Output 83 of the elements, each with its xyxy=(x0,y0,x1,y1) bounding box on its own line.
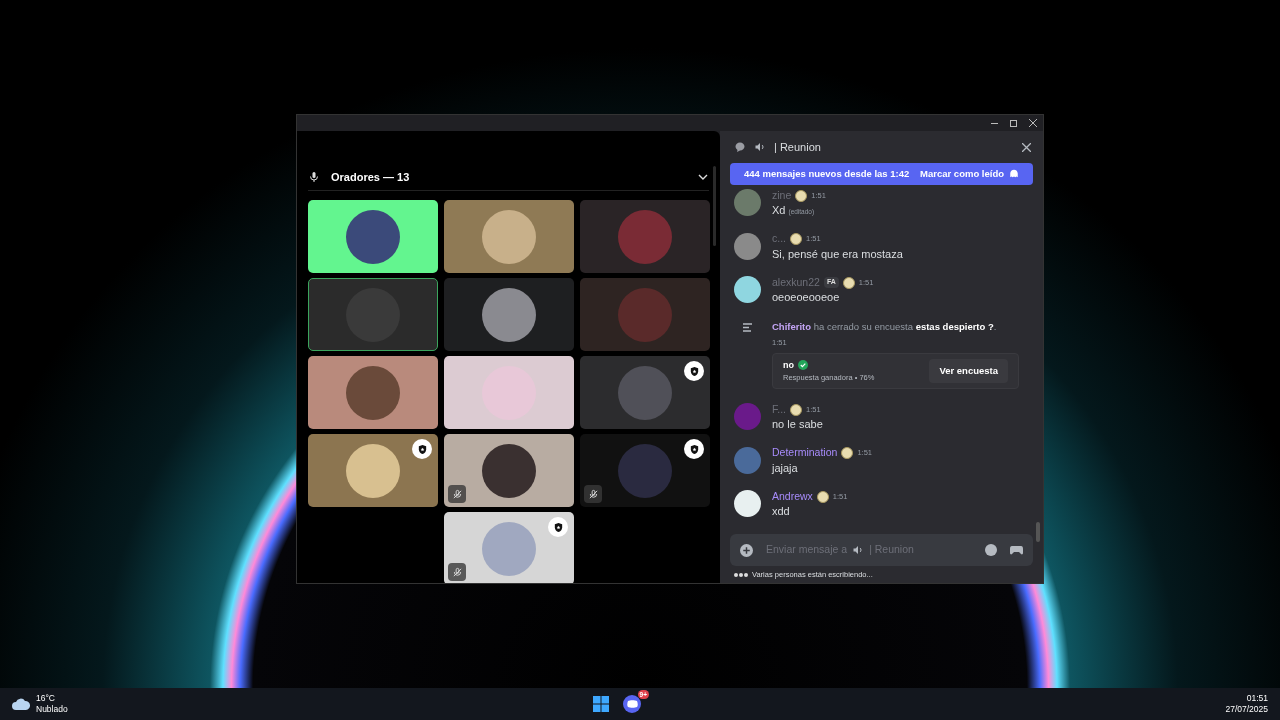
avatar-placeholder xyxy=(618,365,672,420)
section-title: Oradores — 13 xyxy=(331,169,410,185)
badge-icon xyxy=(790,403,802,416)
poll-answer: no xyxy=(783,358,794,372)
shield-badge-icon xyxy=(684,361,704,381)
maximize-icon[interactable] xyxy=(1010,119,1017,127)
avatar-placeholder xyxy=(482,521,536,576)
participant-tile[interactable] xyxy=(444,200,574,273)
message-text: jajaja xyxy=(772,460,798,476)
participant-tile[interactable] xyxy=(308,278,438,351)
microphone-icon xyxy=(308,171,320,183)
participant-tile[interactable] xyxy=(308,434,438,507)
check-icon xyxy=(798,360,808,371)
avatar-placeholder xyxy=(482,443,536,498)
view-poll-button[interactable]: Ver encuesta xyxy=(929,359,1008,383)
mic-off-icon xyxy=(448,485,466,503)
mic-off-icon xyxy=(448,563,466,581)
channel-title: | Reunion xyxy=(774,139,821,155)
chat-bubble-icon xyxy=(734,141,746,153)
weather-label: Nublado xyxy=(36,704,68,715)
message-text: xdd xyxy=(772,504,790,519)
participant-tile[interactable] xyxy=(580,200,710,273)
participant-tile[interactable] xyxy=(444,278,574,351)
badge-icon xyxy=(795,189,808,202)
badge-icon xyxy=(816,490,829,503)
message-text: Si, pensé que era mostaza xyxy=(772,246,903,262)
avatar-placeholder xyxy=(618,443,672,498)
participant-tile[interactable] xyxy=(580,278,710,351)
user-avatar[interactable] xyxy=(734,276,761,303)
start-icon[interactable] xyxy=(593,696,609,712)
minimize-icon[interactable] xyxy=(991,122,998,124)
shield-badge-icon xyxy=(412,439,432,459)
user-avatar[interactable] xyxy=(734,490,761,517)
poll-icon xyxy=(742,322,753,332)
typing-dots-icon xyxy=(734,572,748,577)
author-name[interactable]: F... xyxy=(772,401,786,418)
gamepad-icon[interactable] xyxy=(1010,545,1023,555)
participant-tile[interactable] xyxy=(580,356,710,429)
input-placeholder: | Reunion xyxy=(869,542,914,558)
avatar-placeholder xyxy=(618,287,672,342)
author-name[interactable]: alexkun22 xyxy=(772,274,820,291)
badge-icon xyxy=(842,276,855,289)
add-icon[interactable] xyxy=(740,543,753,557)
message-text: no le sabe xyxy=(772,417,823,432)
participant-tile[interactable] xyxy=(308,200,438,273)
participant-tile[interactable] xyxy=(308,356,438,429)
poll-closed-text: Chiferito ha cerrado su encuesta estas despierto ?. xyxy=(772,319,998,334)
avatar-placeholder xyxy=(346,365,400,420)
speaker-icon xyxy=(852,544,865,556)
mark-read-button[interactable]: Marcar como leído xyxy=(920,166,1004,182)
temperature: 16°C xyxy=(36,693,56,704)
message-text: Xd xyxy=(772,203,786,218)
message-text: oeoeoeooeoe xyxy=(772,290,840,305)
avatar-placeholder xyxy=(346,443,400,498)
badge-icon xyxy=(790,233,802,245)
close-icon[interactable] xyxy=(1022,142,1031,152)
chat-app-icon[interactable] xyxy=(623,695,641,713)
new-messages-banner[interactable]: 444 mensajes nuevos desde las 1:42 Marcar como leído xyxy=(730,163,1033,185)
participant-tile[interactable] xyxy=(444,356,574,429)
participant-tile[interactable] xyxy=(444,434,574,507)
shield-badge-icon xyxy=(548,517,568,537)
scrollbar xyxy=(1036,522,1040,542)
close-icon[interactable] xyxy=(1029,119,1037,127)
author-name[interactable]: zine xyxy=(772,187,792,204)
badge-icon xyxy=(841,447,854,459)
avatar-placeholder xyxy=(346,209,400,264)
participant-tile[interactable] xyxy=(580,434,710,507)
cloud-icon xyxy=(12,698,30,710)
bubble-icon xyxy=(1009,169,1019,179)
avatar-placeholder xyxy=(482,209,536,264)
chevron-down-icon[interactable] xyxy=(698,172,708,182)
author-name[interactable]: Andrewx xyxy=(772,488,813,505)
speaker-icon xyxy=(754,141,766,153)
author-name[interactable]: Determination xyxy=(772,445,838,461)
banner-text: 444 mensajes nuevos desde las 1:42 xyxy=(744,166,910,181)
mic-off-icon xyxy=(584,485,602,503)
clock-time: 01:51 xyxy=(1246,693,1268,704)
shield-badge-icon xyxy=(684,439,704,459)
author-name[interactable]: c... xyxy=(772,231,786,247)
participant-tile[interactable] xyxy=(444,512,574,583)
avatar-placeholder xyxy=(482,287,536,342)
clock-date: 27/07/2025 xyxy=(1225,704,1268,715)
avatar-placeholder xyxy=(618,209,672,264)
